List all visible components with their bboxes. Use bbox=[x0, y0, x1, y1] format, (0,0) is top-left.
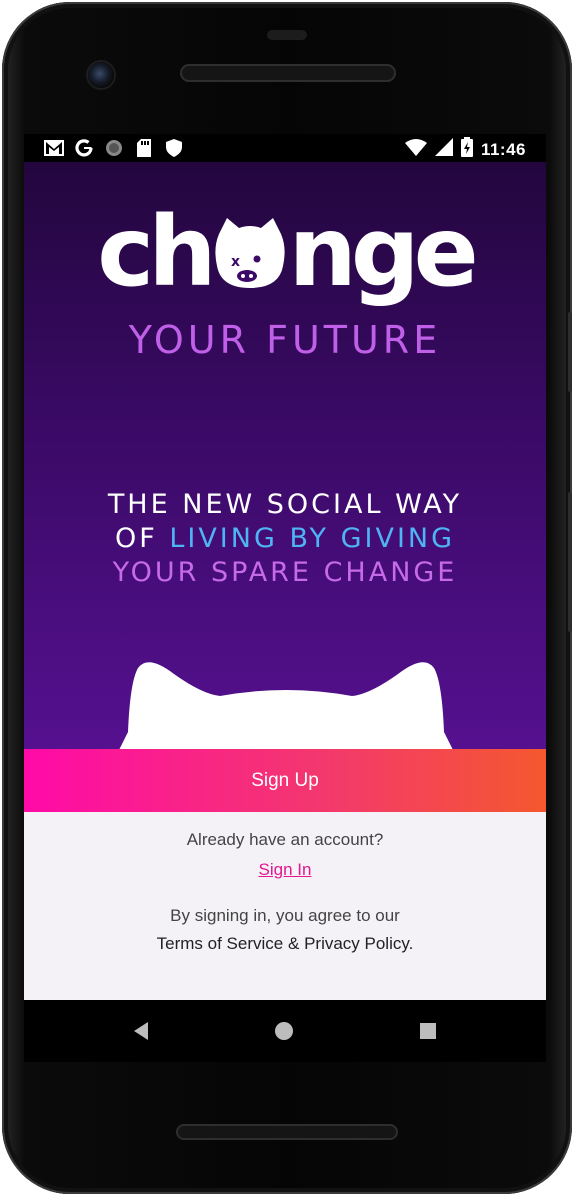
volume-button bbox=[568, 312, 572, 392]
power-button bbox=[568, 492, 572, 632]
pig-ears-illustration bbox=[24, 622, 546, 749]
gmail-icon bbox=[44, 138, 64, 158]
signup-button[interactable]: Sign Up bbox=[24, 749, 546, 812]
legal-links: Terms of Service & Privacy Policy. bbox=[24, 934, 546, 954]
back-icon[interactable] bbox=[128, 1018, 154, 1044]
status-bar: 11:46 bbox=[24, 134, 546, 162]
already-have-account-text: Already have an account? bbox=[186, 830, 384, 849]
notification-icons bbox=[44, 138, 184, 158]
hero-section: ch x nge YOUR FUTURE THE NEW SOCIAL WAY OF… bbox=[24, 162, 546, 749]
hero-line-2-prefix: OF bbox=[114, 523, 170, 554]
wifi-icon bbox=[404, 138, 427, 161]
sync-icon bbox=[104, 138, 124, 158]
signin-link[interactable]: Sign In bbox=[24, 860, 546, 880]
logo-text-end: nge bbox=[288, 196, 479, 308]
agreement-text: By signing in, you agree to our bbox=[170, 906, 400, 925]
sd-card-icon bbox=[134, 138, 154, 158]
logo-subtitle: YOUR FUTURE bbox=[128, 318, 442, 362]
auth-panel: Already have an account? Sign In By sign… bbox=[24, 812, 546, 1000]
period: . bbox=[408, 934, 414, 953]
navigation-bar bbox=[24, 1000, 546, 1062]
app-screen: 11:46 ch x nge YOUR FUTURE THE NEW SOCIAL … bbox=[24, 134, 546, 1000]
hero-line-1: THE NEW SOCIAL WAY bbox=[107, 489, 463, 520]
signal-icon bbox=[434, 138, 453, 161]
hero-line-2-highlight: LIVING BY GIVING bbox=[169, 523, 456, 554]
hero-line-2: OF LIVING BY GIVING bbox=[24, 523, 546, 554]
earpiece bbox=[267, 30, 307, 40]
shield-icon bbox=[164, 138, 184, 158]
system-status: 11:46 bbox=[404, 137, 526, 162]
battery-icon bbox=[460, 137, 473, 162]
ampersand: & bbox=[287, 934, 300, 953]
front-camera bbox=[88, 62, 114, 88]
home-icon[interactable] bbox=[271, 1018, 297, 1044]
recents-icon[interactable] bbox=[415, 1018, 441, 1044]
privacy-policy-link[interactable]: Privacy Policy bbox=[304, 934, 409, 953]
top-speaker bbox=[180, 64, 396, 82]
bottom-speaker bbox=[176, 1124, 398, 1140]
change-logo: ch x nge bbox=[24, 204, 546, 300]
logo-text-start: ch bbox=[97, 196, 216, 308]
hero-line-3: YOUR SPARE CHANGE bbox=[112, 557, 458, 588]
google-icon bbox=[74, 138, 94, 158]
pig-logo-icon: x bbox=[213, 204, 287, 300]
terms-of-service-link[interactable]: Terms of Service bbox=[157, 934, 284, 953]
clock: 11:46 bbox=[480, 139, 526, 159]
